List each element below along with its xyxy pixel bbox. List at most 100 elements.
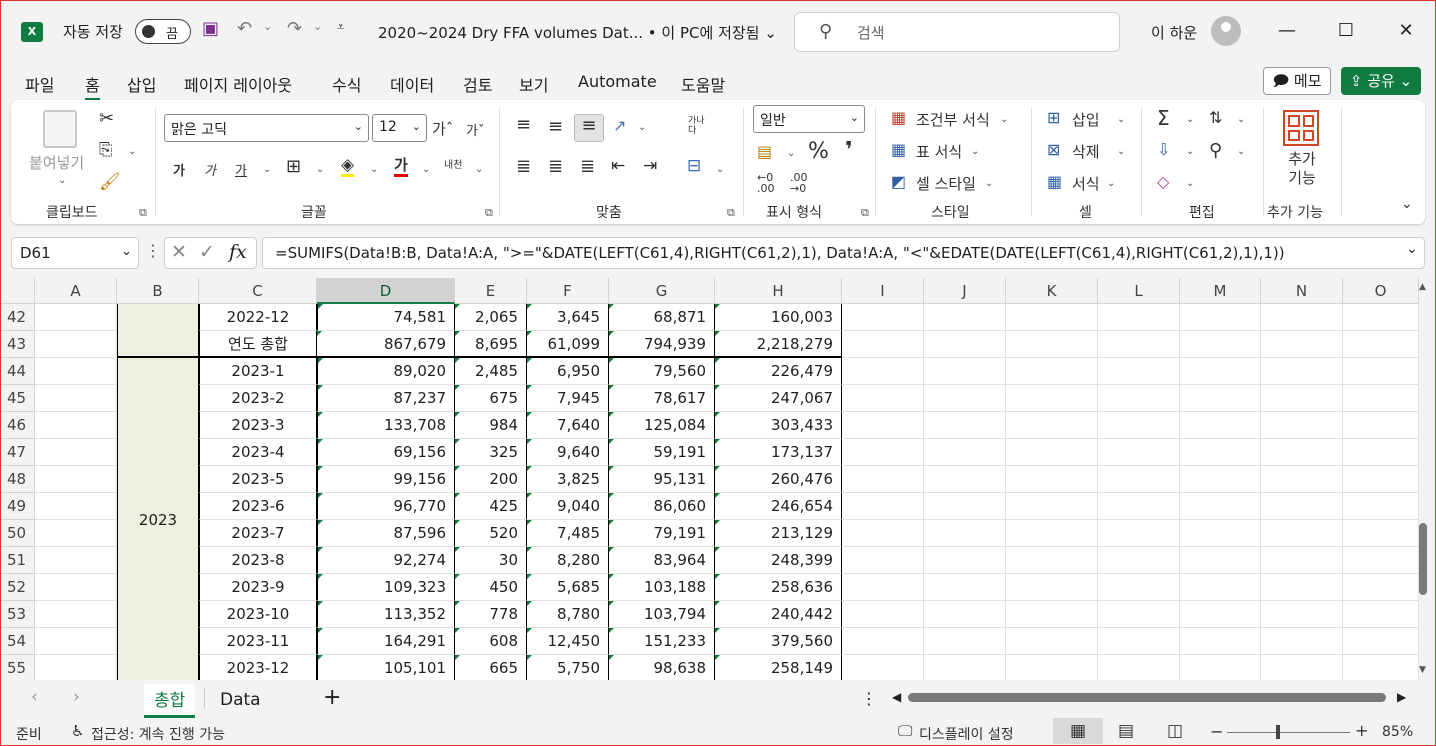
underline-dropdown-icon[interactable]: ⌄ xyxy=(263,164,271,175)
column-header-a[interactable]: A xyxy=(35,278,117,304)
row-header[interactable]: 42 xyxy=(1,304,35,331)
decrease-decimal-icon[interactable]: .00 →0 xyxy=(790,172,808,194)
phonetic-button[interactable]: 내천 xyxy=(444,156,462,171)
cell-j51[interactable] xyxy=(924,547,1006,574)
cell-i51[interactable] xyxy=(842,547,924,574)
cell-d54[interactable]: 164,291 xyxy=(317,628,455,655)
column-header-o[interactable]: O xyxy=(1343,278,1419,304)
increase-indent-icon[interactable]: ⇥ xyxy=(643,156,657,176)
align-middle-icon[interactable]: ≡ xyxy=(548,116,563,137)
row-header[interactable]: 44 xyxy=(1,358,35,385)
cell-e48[interactable]: 200 xyxy=(455,466,527,493)
more-options-icon[interactable]: ⋮ xyxy=(861,689,877,708)
cell-n47[interactable] xyxy=(1261,439,1343,466)
cell-i47[interactable] xyxy=(842,439,924,466)
cell-c42[interactable]: 2022-12 xyxy=(199,304,317,331)
column-header-f[interactable]: F xyxy=(527,278,609,304)
cell-m50[interactable] xyxy=(1180,520,1261,547)
cell-h45[interactable]: 247,067 xyxy=(715,385,842,412)
cell-e42[interactable]: 2,065 xyxy=(455,304,527,331)
minimize-icon[interactable]: — xyxy=(1270,15,1304,47)
zoom-in-icon[interactable]: + xyxy=(1355,721,1368,740)
cell-l47[interactable] xyxy=(1098,439,1180,466)
cell-m42[interactable] xyxy=(1180,304,1261,331)
font-launcher-icon[interactable]: ⧉ xyxy=(485,206,493,220)
cell-j52[interactable] xyxy=(924,574,1006,601)
add-sheet-icon[interactable]: + xyxy=(323,685,341,710)
cell-l46[interactable] xyxy=(1098,412,1180,439)
cell-f47[interactable]: 9,640 xyxy=(527,439,609,466)
font-size-select[interactable]: 12 ⌄ xyxy=(372,114,427,142)
tab-formulas[interactable]: 수식 xyxy=(332,72,361,96)
cell-f52[interactable]: 5,685 xyxy=(527,574,609,601)
column-header-j[interactable]: J xyxy=(924,278,1006,304)
cell-o49[interactable] xyxy=(1343,493,1419,520)
expand-formula-icon[interactable]: ⌄ xyxy=(1406,241,1418,257)
copy-icon[interactable]: ⎘ xyxy=(99,140,113,160)
customize-qat-icon[interactable]: ⩡ xyxy=(337,20,344,35)
cell-h44[interactable]: 226,479 xyxy=(715,358,842,385)
cell-m49[interactable] xyxy=(1180,493,1261,520)
tab-view[interactable]: 보기 xyxy=(519,72,548,96)
increase-decimal-icon[interactable]: ←0.00 xyxy=(757,172,775,194)
search-input[interactable]: ⚲ 검색 xyxy=(794,12,1120,52)
cell-g44[interactable]: 79,560 xyxy=(609,358,715,385)
cell-l50[interactable] xyxy=(1098,520,1180,547)
cell-l45[interactable] xyxy=(1098,385,1180,412)
maximize-icon[interactable]: ☐ xyxy=(1329,15,1363,47)
cell-c54[interactable]: 2023-11 xyxy=(199,628,317,655)
cell-h42[interactable]: 160,003 xyxy=(715,304,842,331)
cell-g51[interactable]: 83,964 xyxy=(609,547,715,574)
cell-f55[interactable]: 5,750 xyxy=(527,655,609,680)
align-bottom-icon[interactable]: ≡ xyxy=(574,114,604,142)
tab-data[interactable]: 데이터 xyxy=(390,72,434,96)
cell-g48[interactable]: 95,131 xyxy=(609,466,715,493)
increase-font-icon[interactable]: 가ˆ xyxy=(432,118,453,139)
cell-h48[interactable]: 260,476 xyxy=(715,466,842,493)
bold-button[interactable]: 가 xyxy=(173,160,185,179)
cell-m54[interactable] xyxy=(1180,628,1261,655)
delete-cells-label[interactable]: 삭제 xyxy=(1072,141,1100,162)
cell-o42[interactable] xyxy=(1343,304,1419,331)
column-header-i[interactable]: I xyxy=(842,278,924,304)
enter-icon[interactable]: ✓ xyxy=(199,241,215,263)
cell-c49[interactable]: 2023-6 xyxy=(199,493,317,520)
cell-n51[interactable] xyxy=(1261,547,1343,574)
format-painter-icon[interactable]: 🖌 xyxy=(99,172,121,192)
cell-h46[interactable]: 303,433 xyxy=(715,412,842,439)
alignment-launcher-icon[interactable]: ⧉ xyxy=(727,206,735,220)
cell-n46[interactable] xyxy=(1261,412,1343,439)
merge-dropdown-icon[interactable]: ⌄ xyxy=(716,164,724,175)
find-dropdown-icon[interactable]: ⌄ xyxy=(1237,146,1245,157)
cell-g54[interactable]: 151,233 xyxy=(609,628,715,655)
cell-m48[interactable] xyxy=(1180,466,1261,493)
normal-view-icon[interactable]: ▦ xyxy=(1053,718,1103,744)
font-color-dropdown-icon[interactable]: ⌄ xyxy=(422,164,430,175)
row-header[interactable]: 47 xyxy=(1,439,35,466)
cell-k43[interactable] xyxy=(1006,331,1098,358)
cell-f45[interactable]: 7,945 xyxy=(527,385,609,412)
vertical-scroll-thumb[interactable] xyxy=(1419,523,1427,595)
cell-g47[interactable]: 59,191 xyxy=(609,439,715,466)
cell-n52[interactable] xyxy=(1261,574,1343,601)
cell-a51[interactable] xyxy=(35,547,117,574)
tab-review[interactable]: 검토 xyxy=(463,72,492,96)
number-format-select[interactable]: 일반 ⌄ xyxy=(753,105,865,133)
cell-o53[interactable] xyxy=(1343,601,1419,628)
cell-k49[interactable] xyxy=(1006,493,1098,520)
prev-sheet-icon[interactable]: ‹ xyxy=(31,687,38,707)
cell-k42[interactable] xyxy=(1006,304,1098,331)
align-left-icon[interactable]: ≣ xyxy=(516,156,531,177)
cell-g42[interactable]: 68,871 xyxy=(609,304,715,331)
cell-k53[interactable] xyxy=(1006,601,1098,628)
cell-i54[interactable] xyxy=(842,628,924,655)
page-layout-view-icon[interactable]: ▤ xyxy=(1118,721,1134,741)
italic-button[interactable]: 가 xyxy=(204,160,216,179)
avatar[interactable] xyxy=(1211,16,1241,46)
cell-l52[interactable] xyxy=(1098,574,1180,601)
cell-m43[interactable] xyxy=(1180,331,1261,358)
cell-i45[interactable] xyxy=(842,385,924,412)
cell-c52[interactable]: 2023-9 xyxy=(199,574,317,601)
cell-l53[interactable] xyxy=(1098,601,1180,628)
fill-color-icon[interactable]: ◈ xyxy=(341,156,355,177)
